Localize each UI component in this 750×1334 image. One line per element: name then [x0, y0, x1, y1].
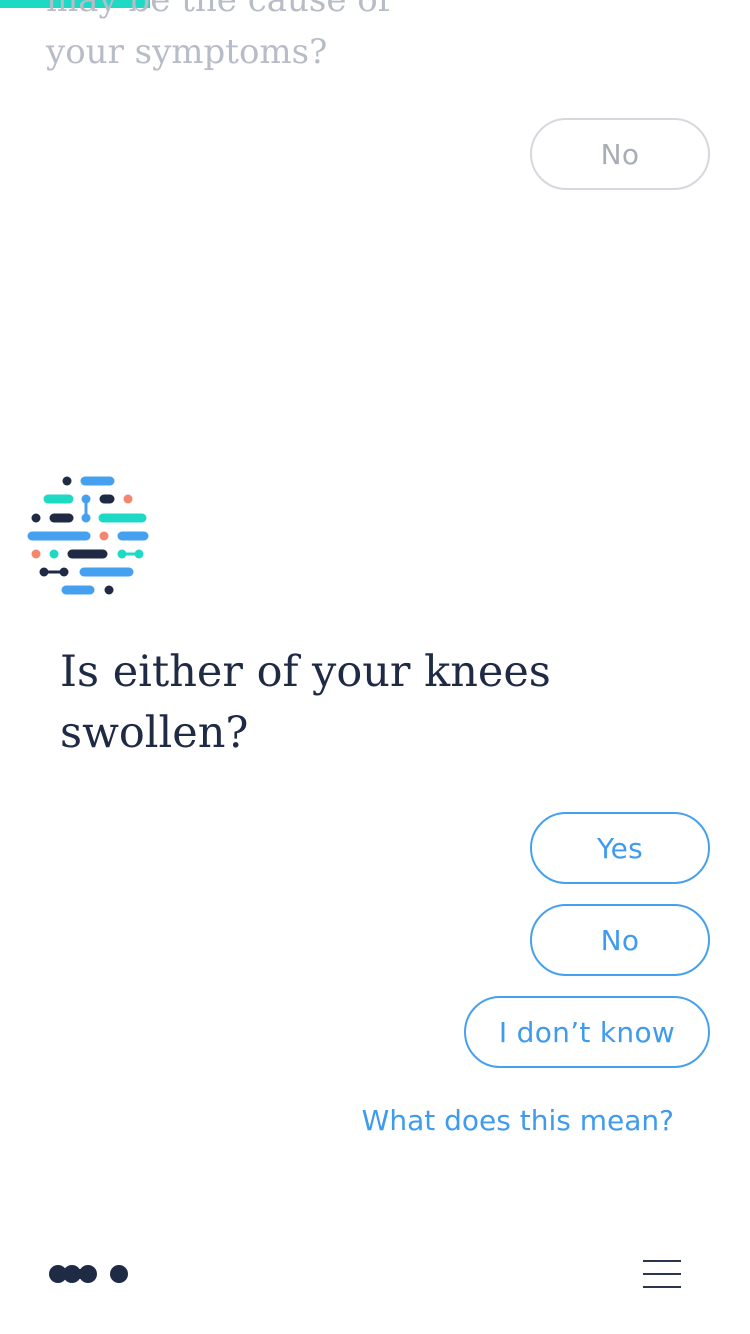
symptom-checker-logo-icon [27, 476, 149, 595]
question-text: Is either of your knees swollen? [60, 642, 680, 764]
hamburger-menu-icon[interactable] [640, 1256, 684, 1292]
answer-dont-know-button[interactable]: I don’t know [464, 996, 710, 1068]
previous-question: may be the cause of your symptoms? [46, 0, 606, 78]
question-line-1: Is either of your knees [60, 647, 551, 697]
previous-answer-no-button[interactable]: No [530, 118, 710, 190]
what-does-this-mean-link[interactable]: What does this mean? [362, 1104, 674, 1137]
previous-question-line-1: may be the cause of [46, 0, 391, 20]
answer-yes-button[interactable]: Yes [530, 812, 710, 884]
brand-mark-icon[interactable] [46, 1262, 132, 1286]
previous-question-line-2: your symptoms? [46, 32, 328, 72]
answer-no-button[interactable]: No [530, 904, 710, 976]
question-line-2: swollen? [60, 708, 249, 758]
